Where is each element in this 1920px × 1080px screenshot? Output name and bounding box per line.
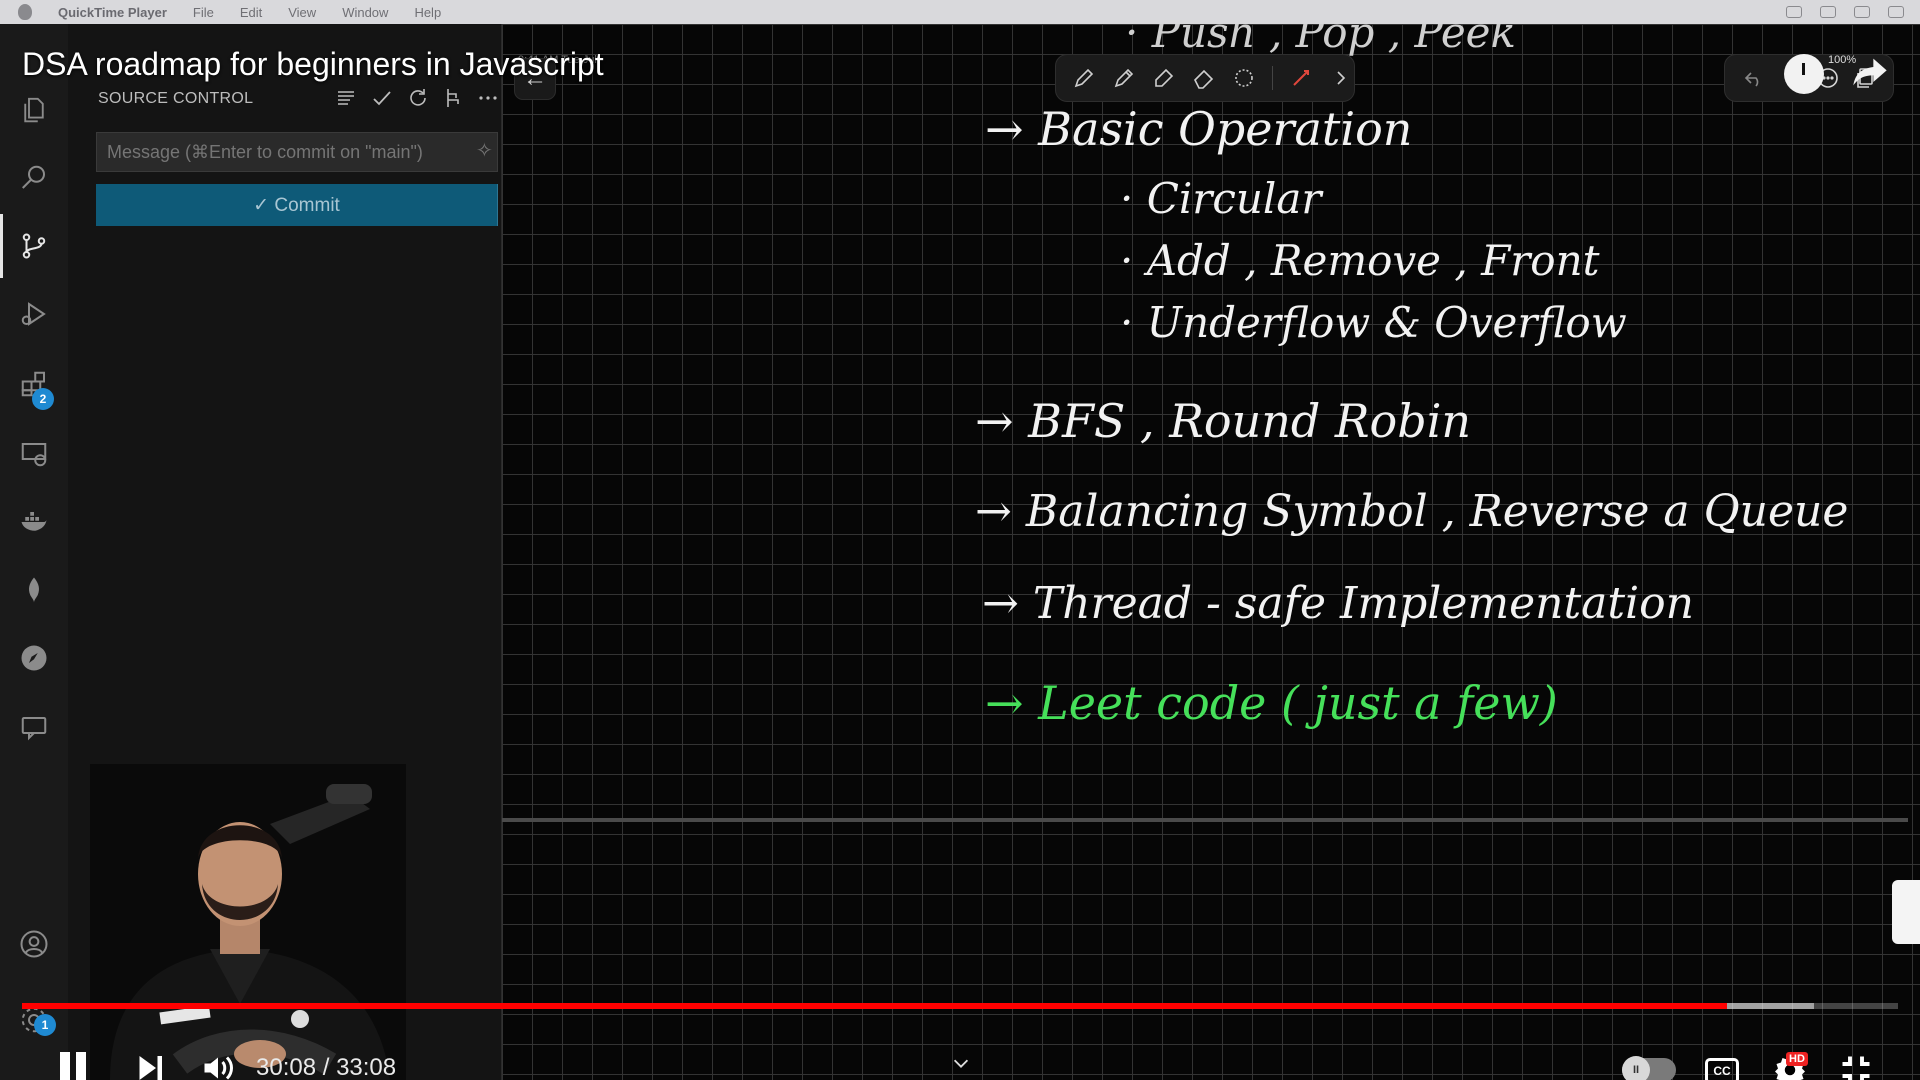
whiteboard-line-8: → Leet code ( just a few) — [985, 676, 1558, 730]
accounts-badge: 1 — [34, 1014, 56, 1036]
whiteboard-line-4: · Underflow & Overflow — [1120, 298, 1627, 347]
progress-played[interactable] — [22, 1003, 1727, 1009]
chat-icon[interactable] — [14, 708, 54, 748]
toolbar-separator — [1272, 66, 1273, 90]
volume-icon[interactable] — [198, 1050, 238, 1080]
accounts-icon[interactable] — [14, 924, 54, 964]
sparkle-icon[interactable]: ✧ — [476, 138, 493, 163]
hd-badge: HD — [1786, 1052, 1808, 1066]
pen-toolbar — [1055, 54, 1355, 102]
pause-button[interactable] — [56, 1048, 90, 1080]
watch-later-clock-icon[interactable] — [1784, 54, 1824, 94]
active-indicator — [0, 214, 3, 278]
commit-check-icon[interactable] — [370, 86, 394, 110]
presenter-webcam — [90, 764, 406, 1080]
whiteboard-line-6: → Balancing Symbol , Reverse a Queue — [975, 486, 1849, 537]
screen-icon[interactable] — [1786, 6, 1802, 18]
apple-icon[interactable] — [18, 4, 32, 20]
control-center-icon[interactable] — [1888, 6, 1904, 18]
whiteboard-line-7: → Thread - safe Implementation — [982, 578, 1694, 629]
menu-window[interactable]: Window — [342, 5, 388, 20]
branch-graph-icon[interactable] — [442, 86, 466, 110]
whiteboard-line-5: → BFS , Round Robin — [975, 394, 1472, 448]
source-control-title: SOURCE CONTROL — [98, 90, 254, 107]
undo-icon[interactable] — [1742, 66, 1766, 90]
autoplay-toggle[interactable]: II — [1622, 1056, 1676, 1080]
explorer-icon[interactable] — [14, 90, 54, 130]
remote-explorer-icon[interactable] — [14, 434, 54, 474]
docker-icon[interactable] — [14, 502, 54, 542]
video-title[interactable]: DSA roadmap for beginners in Javascript — [22, 46, 604, 83]
pencil-icon[interactable] — [1112, 66, 1136, 90]
refresh-icon[interactable] — [406, 86, 430, 110]
exit-fullscreen-icon[interactable] — [1838, 1052, 1874, 1080]
whiteboard-line-1: → Basic Operation — [985, 102, 1413, 156]
video-player[interactable]: 2 1 SOURCE CONTROL Message (⌘Enter to co… — [0, 24, 1920, 1080]
side-panel-tab[interactable] — [1892, 880, 1920, 944]
extensions-badge: 2 — [32, 388, 54, 410]
eraser-icon[interactable] — [1192, 66, 1216, 90]
vscode-activity-bar: 2 1 — [0, 24, 68, 1080]
pen-icon[interactable] — [1072, 66, 1096, 90]
commit-message-input[interactable] — [96, 132, 498, 172]
mongodb-leaf-icon[interactable] — [14, 570, 54, 610]
source-control-icon[interactable] — [14, 226, 54, 266]
whiteboard-line-3: · Add , Remove , Front — [1120, 236, 1600, 285]
highlighter-icon[interactable] — [1152, 66, 1176, 90]
menu-app-name[interactable]: QuickTime Player — [58, 5, 167, 20]
share-arrow-icon[interactable] — [1848, 52, 1892, 92]
laser-pointer-icon[interactable] — [1289, 66, 1313, 90]
view-as-list-icon[interactable] — [334, 86, 358, 110]
lasso-icon[interactable] — [1232, 66, 1256, 90]
search-icon[interactable] — [14, 158, 54, 198]
pause-small-icon: II — [1622, 1056, 1650, 1080]
run-debug-icon[interactable] — [14, 294, 54, 334]
page-divider — [502, 818, 1908, 822]
whiteboard-line-2: · Circular — [1120, 174, 1322, 223]
next-video-icon[interactable] — [132, 1050, 168, 1080]
subtitles-cc-button[interactable]: CC — [1705, 1058, 1739, 1080]
menu-view[interactable]: View — [288, 5, 316, 20]
wifi-icon[interactable] — [1820, 6, 1836, 18]
menu-status-icons — [1786, 6, 1920, 18]
mac-menu-bar: QuickTime Player File Edit View Window H… — [0, 0, 1920, 24]
chevron-down-icon[interactable] — [950, 1052, 972, 1074]
battery-icon[interactable] — [1854, 6, 1870, 18]
more-actions-icon[interactable] — [476, 86, 500, 110]
toolbar-more-chevron-icon[interactable] — [1329, 66, 1353, 90]
time-display: 30:08 / 33:08 — [256, 1054, 397, 1080]
commit-button[interactable]: ✓ Commit — [96, 184, 498, 226]
menu-file[interactable]: File — [193, 5, 214, 20]
menu-help[interactable]: Help — [414, 5, 441, 20]
whiteboard-line-cut: · Push , Pop , Peek — [1125, 24, 1516, 57]
rocket-icon[interactable] — [14, 638, 54, 678]
menu-edit[interactable]: Edit — [240, 5, 262, 20]
